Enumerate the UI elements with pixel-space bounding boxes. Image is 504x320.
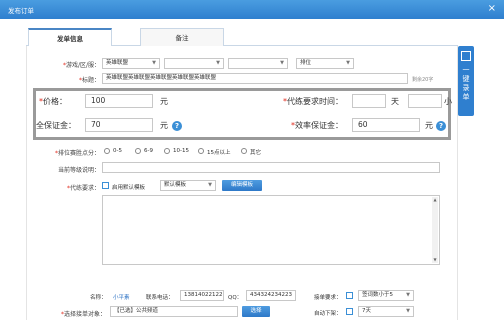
- window-title: 发布订单: [8, 7, 34, 15]
- template-select[interactable]: 默认模板 ▼: [160, 180, 216, 191]
- chevron-down-icon: ▼: [152, 60, 156, 66]
- time-label: *代练要求时间：: [283, 97, 343, 106]
- current-rank-label: 当前等级说明：: [57, 167, 100, 174]
- chevron-down-icon: ▼: [406, 292, 410, 298]
- position-select[interactable]: 排位 ▼: [296, 58, 354, 69]
- price-unit: 元: [160, 97, 168, 106]
- auto-offline-checkbox[interactable]: [346, 308, 353, 315]
- accept-requirement-label: 接单要求：: [314, 295, 342, 301]
- chevron-down-icon: ▼: [280, 60, 284, 66]
- edit-icon: [461, 51, 471, 61]
- use-template-checkbox[interactable]: [102, 182, 109, 189]
- window-titlebar: 发布订单 ×: [0, 0, 504, 19]
- quick-entry-label: 一键录单: [462, 66, 470, 101]
- contact-qq-label: QQ：: [228, 295, 243, 301]
- title-char-count: 剩余20字: [412, 77, 434, 83]
- select-target-button[interactable]: 选择: [242, 306, 270, 317]
- points-option-label: 6-9: [144, 148, 153, 154]
- time-hour-unit: 小: [444, 97, 452, 106]
- region-label: *游戏/区/服：: [62, 62, 100, 69]
- points-radio-3[interactable]: [198, 148, 204, 154]
- contact-phone-label: 联系电话：: [146, 295, 174, 301]
- safety-deposit-input[interactable]: 70: [85, 118, 153, 132]
- edit-template-button[interactable]: 编辑模板: [222, 180, 262, 191]
- use-template-label: 启用默认模板: [112, 185, 146, 191]
- chevron-down-icon: ▼: [208, 182, 212, 188]
- safety-deposit-label: 全保证金：: [36, 121, 76, 130]
- chevron-down-icon: ▼: [406, 308, 410, 314]
- accept-requirement-select[interactable]: 签词数小于5 ▼: [358, 290, 414, 301]
- server-select[interactable]: ▼: [228, 58, 288, 69]
- title-label: *标题：: [78, 77, 100, 84]
- points-radio-4[interactable]: [241, 148, 247, 154]
- price-label: *价格：: [39, 97, 67, 106]
- tab-remarks[interactable]: 备注: [140, 28, 224, 46]
- scroll-down-icon[interactable]: ▼: [432, 257, 438, 263]
- time-days-input[interactable]: [352, 94, 386, 108]
- efficiency-deposit-input[interactable]: 60: [352, 118, 420, 132]
- chevron-down-icon: ▼: [346, 60, 350, 66]
- price-input[interactable]: 100: [85, 94, 153, 108]
- points-radio-1[interactable]: [135, 148, 141, 154]
- chevron-down-icon: ▼: [216, 60, 220, 66]
- time-hours-input[interactable]: [408, 94, 442, 108]
- select-target-input[interactable]: 【已选】公共频道: [110, 306, 238, 317]
- contact-name-label: 名称：: [90, 295, 107, 301]
- textarea-scrollbar[interactable]: ▲ ▼: [432, 197, 438, 263]
- requirement-textarea[interactable]: ▲ ▼: [102, 195, 440, 265]
- tab-order-info[interactable]: 发单信息: [28, 28, 112, 46]
- points-option-label: 10-15: [173, 148, 189, 154]
- scroll-up-icon[interactable]: ▲: [432, 197, 438, 203]
- region-select[interactable]: ▼: [164, 58, 224, 69]
- points-radio-2[interactable]: [164, 148, 170, 154]
- select-target-label: *选择接单对象：: [60, 311, 106, 318]
- points-option-label: 15点以上: [207, 150, 231, 156]
- accept-requirement-checkbox[interactable]: [346, 292, 353, 299]
- points-option-label: 0-5: [113, 148, 122, 154]
- contact-phone-input[interactable]: 13814022122: [180, 290, 224, 301]
- position-points-label: *排位赛胜点分：: [54, 150, 100, 157]
- auto-offline-select[interactable]: 7天 ▼: [358, 306, 414, 317]
- title-input[interactable]: 英雄联盟英雄联盟英雄联盟英雄联盟英雄联盟: [102, 73, 408, 84]
- game-select[interactable]: 英雄联盟 ▼: [102, 58, 160, 69]
- contact-qq-input[interactable]: 434324234223: [246, 290, 296, 301]
- help-icon[interactable]: ?: [436, 121, 446, 131]
- close-icon[interactable]: ×: [488, 3, 496, 15]
- requirement-label: *代练要求：: [66, 185, 100, 192]
- time-day-unit: 天: [391, 97, 399, 106]
- help-icon[interactable]: ?: [172, 121, 182, 131]
- points-option-label: 其它: [250, 150, 262, 156]
- auto-offline-label: 自动下架：: [314, 311, 342, 317]
- contact-name-value: 小平素: [113, 295, 130, 301]
- points-radio-0[interactable]: [104, 148, 110, 154]
- efficiency-deposit-label: *效率保证金：: [291, 121, 343, 130]
- current-rank-input[interactable]: [102, 162, 440, 173]
- efficiency-deposit-unit: 元: [425, 121, 433, 130]
- safety-deposit-unit: 元: [160, 121, 168, 130]
- tab-bar: 发单信息 备注: [26, 28, 458, 46]
- quick-entry-button[interactable]: 一键录单: [458, 46, 474, 116]
